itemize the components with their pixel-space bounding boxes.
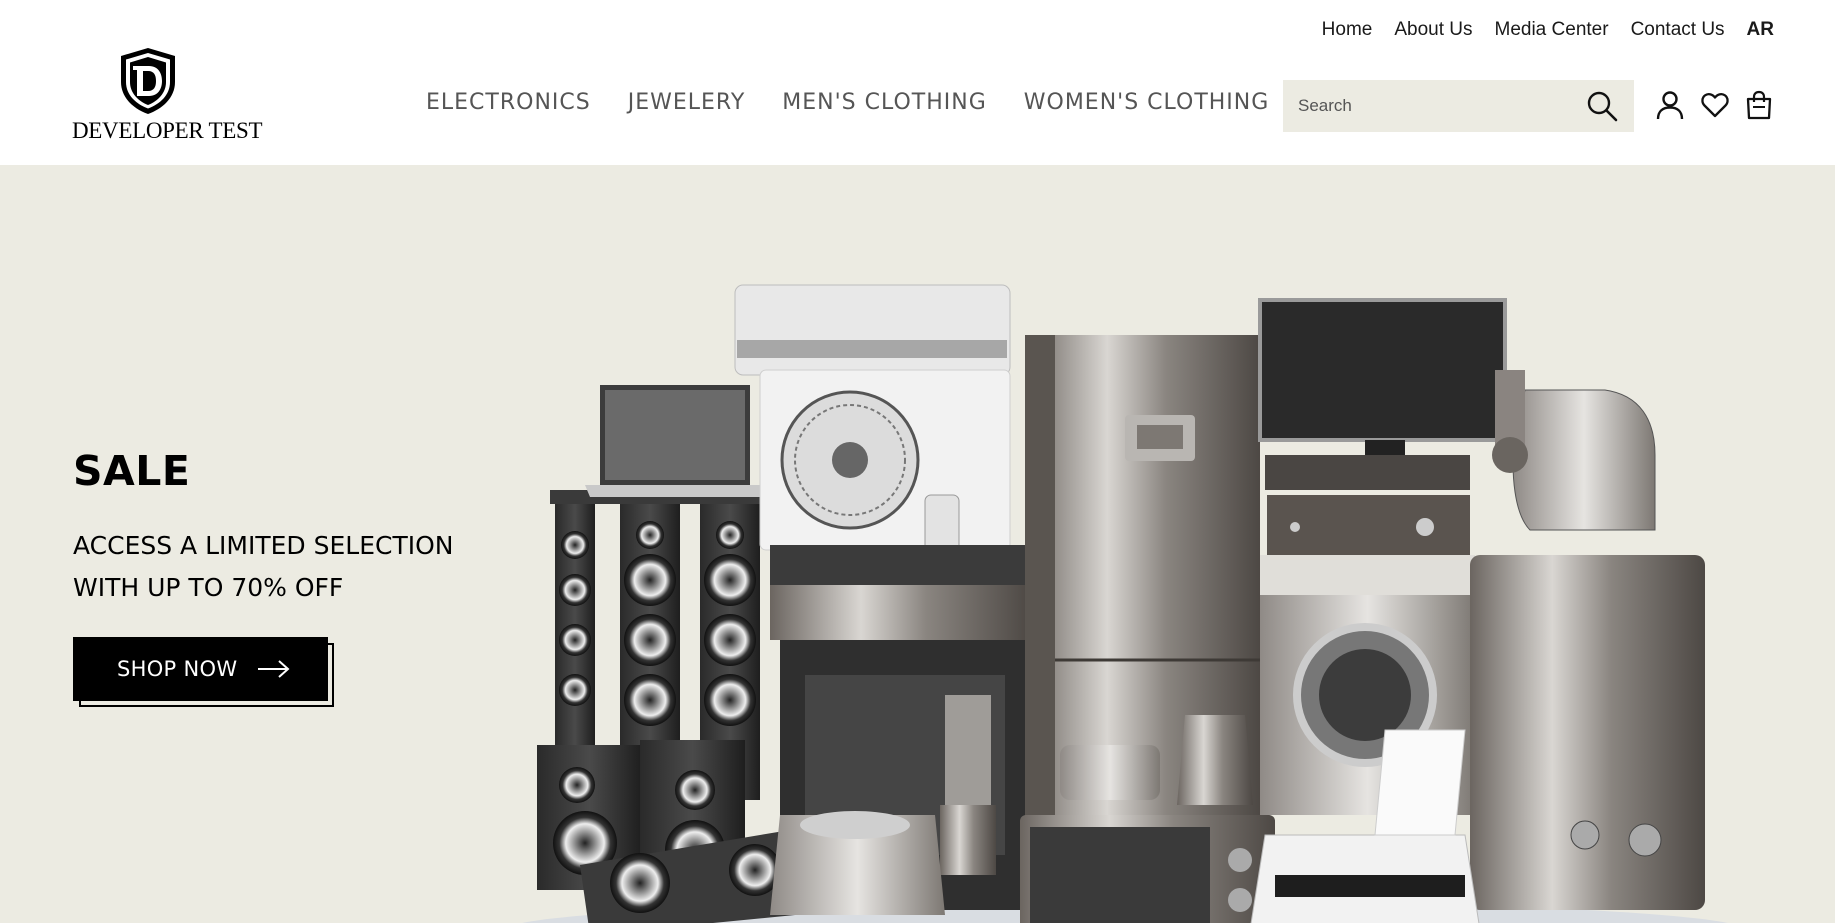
utility-nav: Home About Us Media Center Contact Us AR (1322, 19, 1774, 41)
top-link-home[interactable]: Home (1322, 19, 1373, 41)
shop-now-button[interactable]: SHOP NOW (73, 637, 328, 701)
account-button[interactable] (1653, 88, 1687, 122)
wishlist-button[interactable] (1698, 88, 1732, 122)
nav-item-mens-clothing[interactable]: MEN'S CLOTHING (782, 90, 986, 115)
brand-name: DEVELOPER TEST (72, 118, 263, 143)
category-nav: ELECTRONICS JEWELERY MEN'S CLOTHING WOME… (426, 90, 1269, 115)
search-button[interactable] (1584, 88, 1620, 124)
site-header: DEVELOPER TEST Home About Us Media Cente… (0, 0, 1835, 165)
hero-subtitle-line: WITH UP TO 70% OFF (73, 573, 344, 602)
nav-item-electronics[interactable]: ELECTRONICS (426, 90, 591, 115)
heart-icon (1701, 92, 1729, 118)
top-link-contact-us[interactable]: Contact Us (1631, 19, 1725, 41)
shop-now-label: SHOP NOW (117, 657, 238, 681)
language-toggle[interactable]: AR (1747, 19, 1774, 41)
nav-item-jewelery[interactable]: JEWELERY (628, 90, 746, 115)
hero-subtitle-line: ACCESS A LIMITED SELECTION (73, 531, 454, 560)
shop-now-cta: SHOP NOW (73, 637, 335, 707)
search-box (1283, 80, 1634, 132)
home-appliances-image (522, 284, 1728, 923)
hero-title: SALE (73, 447, 191, 495)
arrow-right-icon (257, 659, 291, 679)
top-link-media-center[interactable]: Media Center (1495, 19, 1609, 41)
hero-subtitle: ACCESS A LIMITED SELECTION WITH UP TO 70… (73, 525, 493, 609)
top-link-about-us[interactable]: About Us (1394, 19, 1472, 41)
cart-button[interactable] (1742, 88, 1776, 122)
shopping-bag-icon (1746, 90, 1772, 120)
brand-logo[interactable]: DEVELOPER TEST (72, 46, 263, 144)
search-icon (1587, 91, 1618, 122)
user-icon (1656, 91, 1684, 120)
search-input[interactable] (1283, 80, 1573, 132)
shield-dt-monogram-icon (121, 48, 175, 114)
nav-item-womens-clothing[interactable]: WOMEN'S CLOTHING (1024, 90, 1270, 115)
hero-banner: SALE ACCESS A LIMITED SELECTION WITH UP … (0, 165, 1835, 923)
